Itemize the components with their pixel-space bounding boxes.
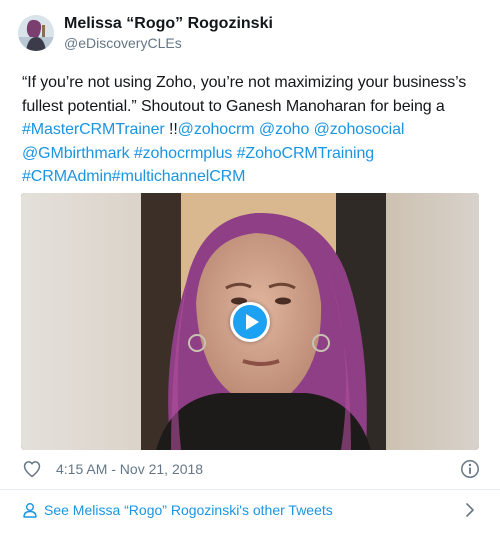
mention-link[interactable]: @zohocrm — [178, 121, 255, 138]
play-icon — [245, 313, 259, 330]
avatar[interactable] — [18, 14, 54, 51]
hashtag-link[interactable]: #multichannelCRM — [112, 168, 246, 185]
tweet-text: “If you’re not using Zoho, you’re not ma… — [22, 71, 484, 189]
tweet-text-segment: “If you’re not using Zoho, you’re not ma… — [22, 74, 467, 91]
person-icon — [22, 502, 38, 518]
tweet-text-line: fullest potential.” Shoutout to Ganesh M… — [22, 95, 484, 119]
hashtag-link[interactable]: #MasterCRMTrainer — [22, 121, 165, 138]
author-handle[interactable]: @eDiscoveryCLEs — [64, 35, 273, 52]
tweet-text-line: #CRMAdmin#multichannelCRM — [22, 165, 484, 189]
tweet-text-line: @GMbirthmark #zohocrmplus #ZohoCRMTraini… — [22, 142, 484, 166]
see-other-tweets-label: See Melissa “Rogo” Rogozinski's other Tw… — [44, 502, 333, 518]
embedded-tweet-card: Melissa “Rogo” Rogozinski @eDiscoveryCLE… — [0, 0, 500, 535]
tweet-header: Melissa “Rogo” Rogozinski @eDiscoveryCLE… — [18, 14, 273, 52]
video-thumbnail[interactable] — [21, 193, 479, 450]
info-icon[interactable] — [460, 459, 480, 479]
heart-icon[interactable] — [22, 459, 42, 479]
hashtag-link[interactable]: #CRMAdmin — [22, 168, 112, 185]
mention-link[interactable]: @zohosocial — [314, 121, 405, 138]
see-other-tweets-link[interactable]: See Melissa “Rogo” Rogozinski's other Tw… — [22, 500, 482, 520]
tweet-text-segment: fullest potential.” Shoutout to Ganesh M… — [22, 97, 445, 115]
tweet-text-line: #MasterCRMTrainer !!@zohocrm @zoho @zoho… — [22, 118, 484, 142]
author-names: Melissa “Rogo” Rogozinski @eDiscoveryCLE… — [64, 14, 273, 52]
tweet-meta: 4:15 AM - Nov 21, 2018 — [22, 458, 482, 480]
tweet-text-segment: !! — [164, 121, 178, 138]
mention-link[interactable]: @zoho — [259, 121, 310, 138]
chevron-right-icon — [464, 502, 476, 518]
tweet-text-line: “If you’re not using Zoho, you’re not ma… — [22, 71, 484, 95]
mention-link[interactable]: @GMbirthmark — [22, 145, 130, 162]
hashtag-link[interactable]: #zohocrmplus — [134, 145, 233, 162]
tweet-timestamp[interactable]: 4:15 AM - Nov 21, 2018 — [56, 461, 203, 477]
hashtag-link[interactable]: #ZohoCRMTraining — [237, 145, 375, 162]
play-button[interactable] — [230, 301, 270, 342]
divider — [0, 489, 500, 490]
author-display-name[interactable]: Melissa “Rogo” Rogozinski — [64, 14, 273, 33]
